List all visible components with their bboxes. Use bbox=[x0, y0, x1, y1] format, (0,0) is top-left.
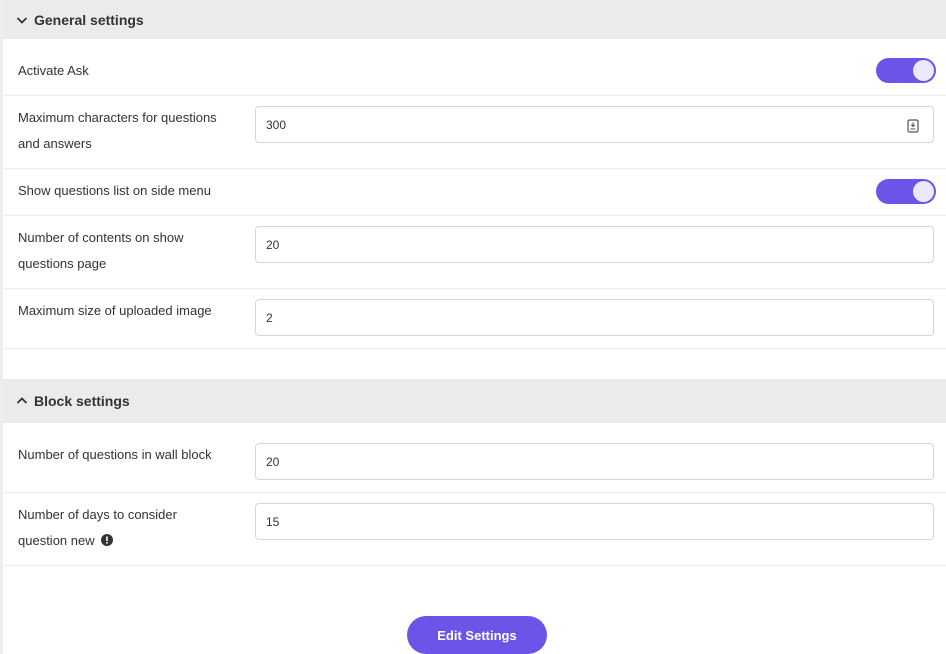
show-questions-list-label: Show questions list on side menu bbox=[18, 183, 211, 198]
general-settings-header[interactable]: General settings bbox=[3, 0, 946, 39]
max-chars-value: 300 bbox=[266, 117, 287, 132]
chevron-down-icon bbox=[16, 14, 28, 26]
activate-ask-row: Activate Ask bbox=[3, 39, 946, 96]
activate-ask-toggle[interactable] bbox=[876, 58, 936, 83]
max-chars-label-line2: and answers bbox=[18, 136, 92, 151]
days-new-row: Number of days to consider question new … bbox=[3, 493, 946, 566]
text-counter-icon bbox=[907, 119, 919, 133]
days-new-label: Number of days to consider question new bbox=[18, 502, 177, 554]
num-contents-input[interactable]: 20 bbox=[255, 226, 934, 263]
max-chars-label-line1: Maximum characters for questions bbox=[18, 110, 217, 125]
block-settings-header[interactable]: Block settings bbox=[3, 379, 946, 423]
max-image-size-input[interactable]: 2 bbox=[255, 299, 934, 336]
wall-block-value: 20 bbox=[266, 454, 280, 469]
general-settings-title: General settings bbox=[34, 11, 144, 28]
days-new-label-line1: Number of days to consider bbox=[18, 507, 177, 522]
info-icon[interactable] bbox=[101, 529, 114, 546]
num-contents-value: 20 bbox=[266, 237, 280, 252]
wall-block-row: Number of questions in wall block 20 bbox=[3, 423, 946, 493]
block-settings-title: Block settings bbox=[34, 393, 130, 409]
edit-settings-button[interactable]: Edit Settings bbox=[407, 616, 547, 654]
days-new-value: 15 bbox=[266, 514, 280, 529]
wall-block-input[interactable]: 20 bbox=[255, 443, 934, 480]
toggle-knob bbox=[913, 181, 934, 202]
chevron-up-icon bbox=[16, 395, 28, 407]
show-questions-list-toggle[interactable] bbox=[876, 179, 936, 204]
days-new-label-line2-text: question new bbox=[18, 533, 95, 548]
max-chars-label: Maximum characters for questions and ans… bbox=[18, 105, 217, 157]
num-contents-label: Number of contents on show questions pag… bbox=[18, 225, 183, 277]
activate-ask-label: Activate Ask bbox=[18, 63, 89, 78]
num-contents-label-line1: Number of contents on show bbox=[18, 230, 184, 245]
num-contents-row: Number of contents on show questions pag… bbox=[3, 216, 946, 289]
max-image-size-row: Maximum size of uploaded image 2 bbox=[3, 289, 946, 349]
max-chars-row: Maximum characters for questions and ans… bbox=[3, 96, 946, 169]
max-chars-input[interactable]: 300 bbox=[255, 106, 934, 143]
days-new-label-line2: question new bbox=[18, 528, 177, 554]
show-questions-list-row: Show questions list on side menu bbox=[3, 169, 946, 216]
days-new-input[interactable]: 15 bbox=[255, 503, 934, 540]
max-image-size-label: Maximum size of uploaded image bbox=[18, 303, 212, 318]
wall-block-label: Number of questions in wall block bbox=[18, 447, 212, 462]
toggle-knob bbox=[913, 60, 934, 81]
max-image-size-value: 2 bbox=[266, 310, 273, 325]
num-contents-label-line2: questions page bbox=[18, 256, 107, 271]
